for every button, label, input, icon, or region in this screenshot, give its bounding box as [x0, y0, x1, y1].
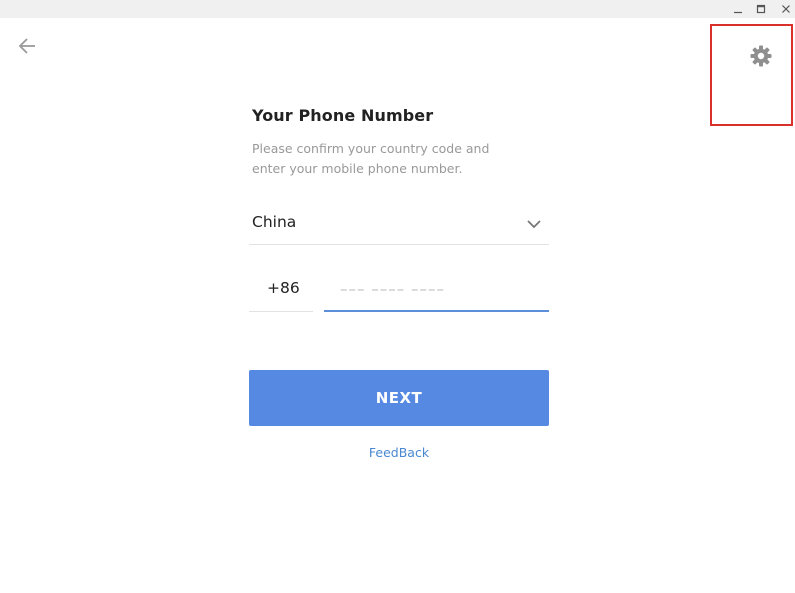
- next-button-label: NEXT: [375, 389, 423, 407]
- country-code-value: +86: [267, 279, 300, 297]
- minimize-icon: [734, 11, 742, 14]
- back-button[interactable]: [14, 34, 40, 58]
- country-select[interactable]: China: [249, 202, 549, 245]
- chevron-down-icon: [527, 220, 541, 229]
- gear-icon: [750, 45, 772, 67]
- feedback-link[interactable]: FeedBack: [249, 445, 549, 460]
- arrow-left-icon: [18, 38, 35, 54]
- title-bar: [0, 0, 795, 18]
- settings-button[interactable]: [748, 43, 774, 69]
- maximize-button[interactable]: [751, 0, 771, 18]
- instruction-text: Please confirm your country code and ent…: [252, 141, 490, 176]
- country-value: China: [252, 213, 297, 231]
- settings-highlight-box: [710, 24, 793, 126]
- close-icon: [782, 5, 790, 13]
- phone-number-input[interactable]: [324, 266, 549, 312]
- next-button[interactable]: NEXT: [249, 370, 549, 426]
- close-button[interactable]: [776, 0, 795, 18]
- country-code-field[interactable]: +86: [249, 266, 313, 312]
- minimize-button[interactable]: [728, 0, 748, 18]
- maximize-icon: [756, 4, 766, 14]
- page-title: Your Phone Number: [252, 106, 434, 125]
